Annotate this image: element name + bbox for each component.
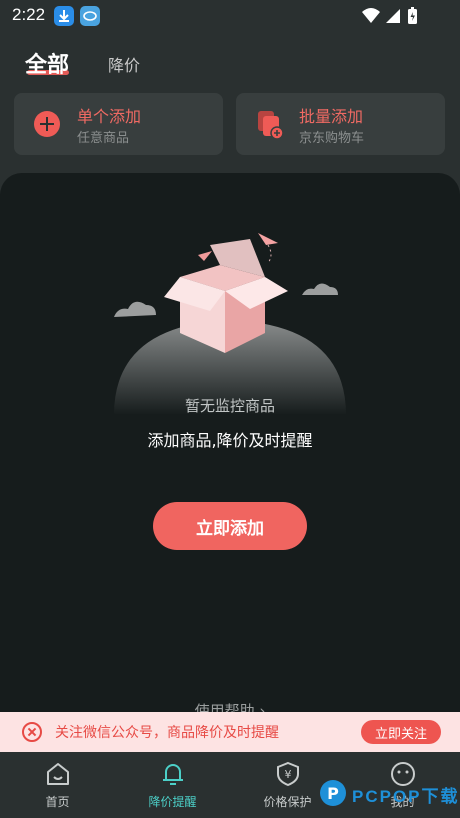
status-time: 2:22: [12, 5, 46, 24]
download-icon: [54, 6, 74, 26]
batch-add-subtitle: 京东购物车: [299, 131, 365, 146]
close-icon[interactable]: [22, 722, 42, 742]
tab-all[interactable]: 全部: [25, 47, 69, 79]
watermark-logo-icon: P: [320, 780, 346, 806]
app-notification-icon: [80, 6, 100, 26]
empty-message: 暂无监控商品: [184, 397, 275, 415]
batch-add-title: 批量添加: [299, 107, 364, 126]
svg-text:P: P: [327, 784, 339, 803]
wifi-icon: [362, 8, 380, 23]
shield-yen-icon: ¥: [277, 761, 299, 787]
follow-wechat-banner: 关注微信公众号，商品降价及时提醒 立即关注: [0, 712, 460, 752]
nav-price-alert[interactable]: 降价提醒: [115, 752, 230, 818]
nav-home-label: 首页: [45, 795, 70, 809]
home-icon: [47, 763, 69, 785]
bell-icon: [163, 764, 183, 785]
empty-box-illustration: [100, 225, 360, 419]
single-add-title: 单个添加: [77, 107, 142, 126]
batch-add-card[interactable]: 批量添加 京东购物车: [236, 93, 445, 155]
nav-home[interactable]: 首页: [0, 752, 115, 818]
svg-text:¥: ¥: [285, 768, 292, 781]
watermark: P PCPOP下载: [318, 776, 460, 816]
battery-icon: [408, 7, 417, 24]
signal-icon: [386, 9, 400, 23]
add-now-button[interactable]: 立即添加: [153, 502, 307, 550]
batch-add-icon: [256, 109, 284, 140]
plus-circle-icon: [34, 111, 60, 137]
watermark-text: PCPOP下载: [352, 787, 460, 806]
single-add-subtitle: 任意商品: [77, 131, 130, 146]
empty-hint: 添加商品,降价及时提醒: [147, 431, 313, 450]
status-bar: 2:22: [0, 0, 460, 32]
system-icons: [360, 6, 424, 30]
single-add-card[interactable]: 单个添加 任意商品: [14, 93, 223, 155]
banner-text: 关注微信公众号，商品降价及时提醒: [55, 725, 279, 741]
follow-now-button[interactable]: 立即关注: [361, 720, 441, 744]
tab-price-drop[interactable]: 降价: [108, 52, 140, 76]
nav-price-alert-label: 降价提醒: [148, 795, 197, 809]
